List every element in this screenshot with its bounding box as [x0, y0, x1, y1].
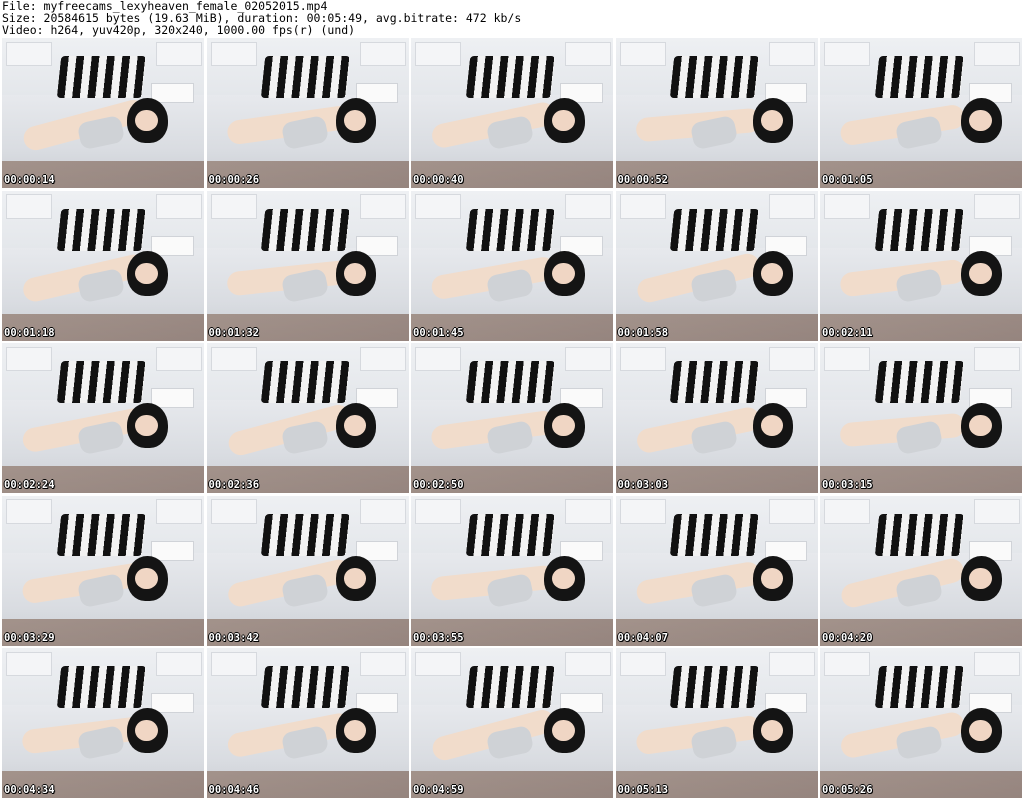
thumbnail-timestamp: 00:03:55: [413, 631, 464, 644]
striped-pillow: [56, 56, 146, 98]
striped-pillow: [56, 361, 146, 403]
video-thumbnail: 00:02:24: [2, 343, 204, 493]
striped-pillow: [260, 666, 351, 708]
thumbnail-timestamp: 00:02:24: [4, 479, 55, 491]
thumbnail-timestamp: 00:01:45: [413, 326, 464, 339]
video-thumbnail: 00:01:45: [411, 190, 613, 341]
striped-pillow: [465, 666, 555, 708]
thumbnail-timestamp: 00:00:14: [4, 174, 55, 186]
video-thumbnail: 00:02:36: [206, 343, 409, 493]
file-info-header: File: myfreecams_lexyheaven_female_02052…: [2, 0, 1022, 36]
thumbnail-timestamp: 00:02:11: [822, 326, 873, 339]
thumbnail-timestamp: 00:00:52: [617, 174, 669, 186]
video-thumbnail: 00:04:46: [206, 648, 409, 798]
striped-pillow: [669, 208, 760, 251]
video-thumbnail: 00:04:34: [2, 648, 204, 798]
video-thumbnail: 00:00:52: [615, 38, 818, 188]
video-thumbnail: 00:05:26: [820, 648, 1022, 798]
striped-pillow: [465, 56, 555, 98]
thumbnail-timestamp: 00:01:58: [617, 326, 669, 339]
video-thumbnail: 00:00:26: [206, 38, 409, 188]
nightstand: [151, 235, 194, 256]
striped-pillow: [669, 666, 760, 708]
video-thumbnail: 00:01:05: [820, 38, 1022, 188]
thumbnail-timestamp: 00:04:46: [208, 784, 260, 796]
thumbnail-grid: 00:00:14 00:00:26 00:00:40 00:00:52 00:01:05…: [2, 38, 1022, 798]
striped-pillow: [669, 513, 760, 556]
striped-pillow: [874, 56, 964, 98]
striped-pillow: [465, 208, 555, 251]
video-thumbnail: 00:04:59: [411, 648, 613, 798]
video-thumbnail: 00:05:13: [615, 648, 818, 798]
striped-pillow: [874, 513, 964, 556]
thumbnail-timestamp: 00:01:32: [208, 326, 260, 339]
video-thumbnail: 00:03:42: [206, 495, 409, 646]
video-info-line: Video: h264, yuv420p, 320x240, 1000.00 f…: [2, 23, 356, 37]
striped-pillow: [465, 361, 555, 403]
striped-pillow: [56, 666, 146, 708]
striped-pillow: [260, 361, 351, 403]
striped-pillow: [874, 361, 964, 403]
thumbnail-timestamp: 00:03:42: [208, 631, 260, 644]
video-thumbnail: 00:03:29: [2, 495, 204, 646]
video-thumbnail: 00:00:14: [2, 38, 204, 188]
thumbnail-timestamp: 00:03:29: [4, 631, 55, 644]
striped-pillow: [56, 208, 146, 251]
striped-pillow: [260, 56, 351, 98]
video-thumbnail: 00:00:40: [411, 38, 613, 188]
thumbnail-timestamp: 00:05:26: [822, 784, 873, 796]
video-thumbnail: 00:03:15: [820, 343, 1022, 493]
video-thumbnail: 00:03:55: [411, 495, 613, 646]
thumbnail-timestamp: 00:01:18: [4, 326, 55, 339]
video-thumbnail: 00:02:50: [411, 343, 613, 493]
striped-pillow: [465, 513, 555, 556]
striped-pillow: [260, 208, 351, 251]
thumbnail-timestamp: 00:05:13: [617, 784, 669, 796]
striped-pillow: [874, 666, 964, 708]
thumbnail-timestamp: 00:02:50: [413, 479, 464, 491]
video-thumbnail: 00:04:07: [615, 495, 818, 646]
thumbnail-timestamp: 00:04:07: [617, 631, 669, 644]
video-thumbnail: 00:04:20: [820, 495, 1022, 646]
video-thumbnail: 00:01:18: [2, 190, 204, 341]
striped-pillow: [260, 513, 351, 556]
thumbnail-timestamp: 00:00:40: [413, 174, 464, 186]
video-thumbnail: 00:01:58: [615, 190, 818, 341]
thumbnail-timestamp: 00:04:59: [413, 784, 464, 796]
thumbnail-timestamp: 00:00:26: [208, 174, 260, 186]
striped-pillow: [669, 361, 760, 403]
nightstand: [151, 540, 194, 561]
thumbnail-timestamp: 00:03:03: [617, 479, 669, 491]
video-thumbnail: 00:01:32: [206, 190, 409, 341]
video-thumbnail: 00:03:03: [615, 343, 818, 493]
striped-pillow: [874, 208, 964, 251]
striped-pillow: [669, 56, 760, 98]
striped-pillow: [56, 513, 146, 556]
thumbnail-timestamp: 00:03:15: [822, 479, 873, 491]
thumbnail-timestamp: 00:01:05: [822, 174, 873, 186]
thumbnail-timestamp: 00:04:20: [822, 631, 873, 644]
video-thumbnail: 00:02:11: [820, 190, 1022, 341]
thumbnail-timestamp: 00:02:36: [208, 479, 260, 491]
thumbnail-timestamp: 00:04:34: [4, 784, 55, 796]
